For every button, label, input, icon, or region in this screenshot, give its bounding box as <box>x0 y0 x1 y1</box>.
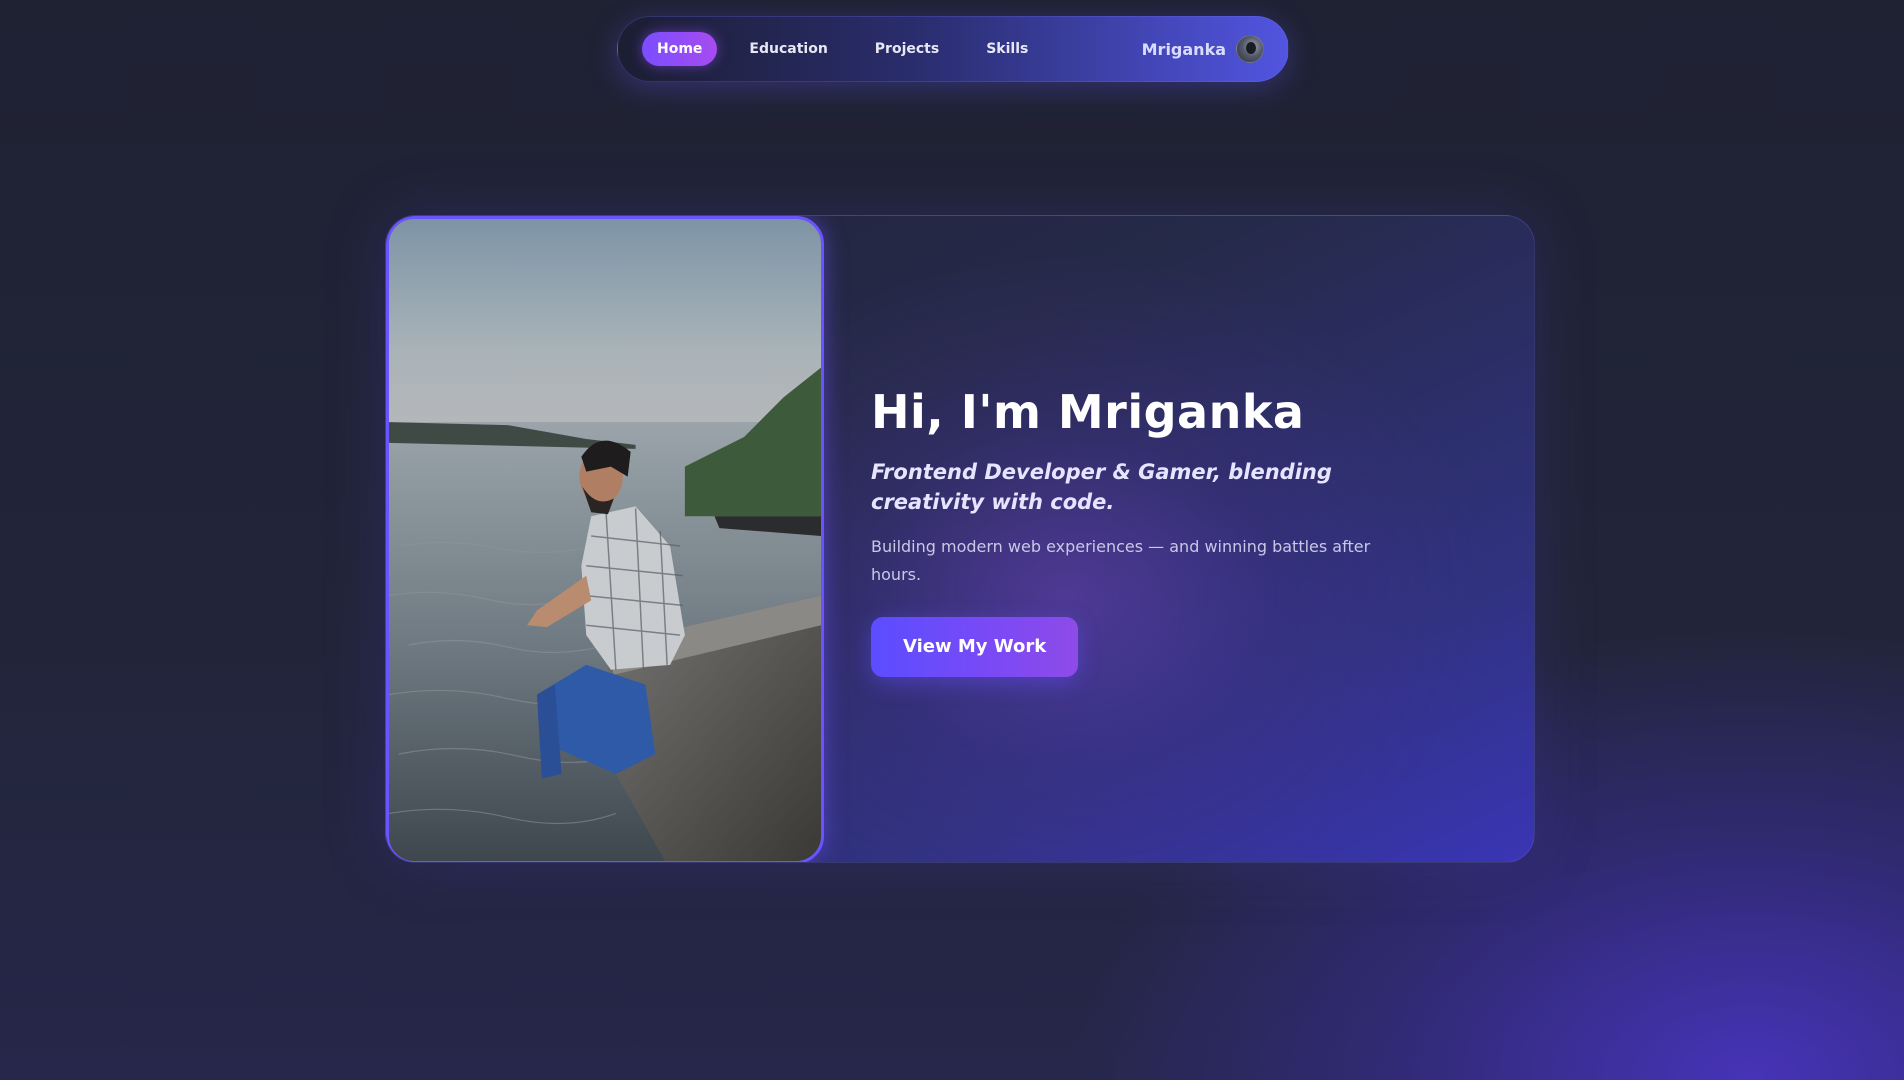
top-navbar: Home Education Projects Skills Mriganka <box>617 16 1289 82</box>
hero-card: Hi, I'm Mriganka Frontend Developer & Ga… <box>385 215 1535 863</box>
hero-text: Hi, I'm Mriganka Frontend Developer & Ga… <box>871 386 1431 677</box>
nav-links: Home Education Projects Skills <box>642 32 1060 66</box>
nav-home-link[interactable]: Home <box>642 32 718 66</box>
hero-title: Hi, I'm Mriganka <box>871 385 1305 439</box>
nav-skills-link[interactable]: Skills <box>971 32 1043 66</box>
hero-subtitle: Frontend Developer & Gamer, blending cre… <box>871 459 1332 514</box>
profile-photo-illustration <box>389 219 821 861</box>
nav-education-link[interactable]: Education <box>734 32 842 66</box>
view-my-work-button[interactable]: View My Work <box>871 616 1079 677</box>
nav-projects-link[interactable]: Projects <box>860 32 954 66</box>
brand-name: Mriganka <box>1141 39 1226 59</box>
nav-profile[interactable]: Mriganka <box>1142 35 1264 63</box>
hero-description: Building modern web experiences — and wi… <box>871 536 1371 584</box>
profile-photo <box>386 216 824 862</box>
avatar-icon <box>1236 35 1264 63</box>
